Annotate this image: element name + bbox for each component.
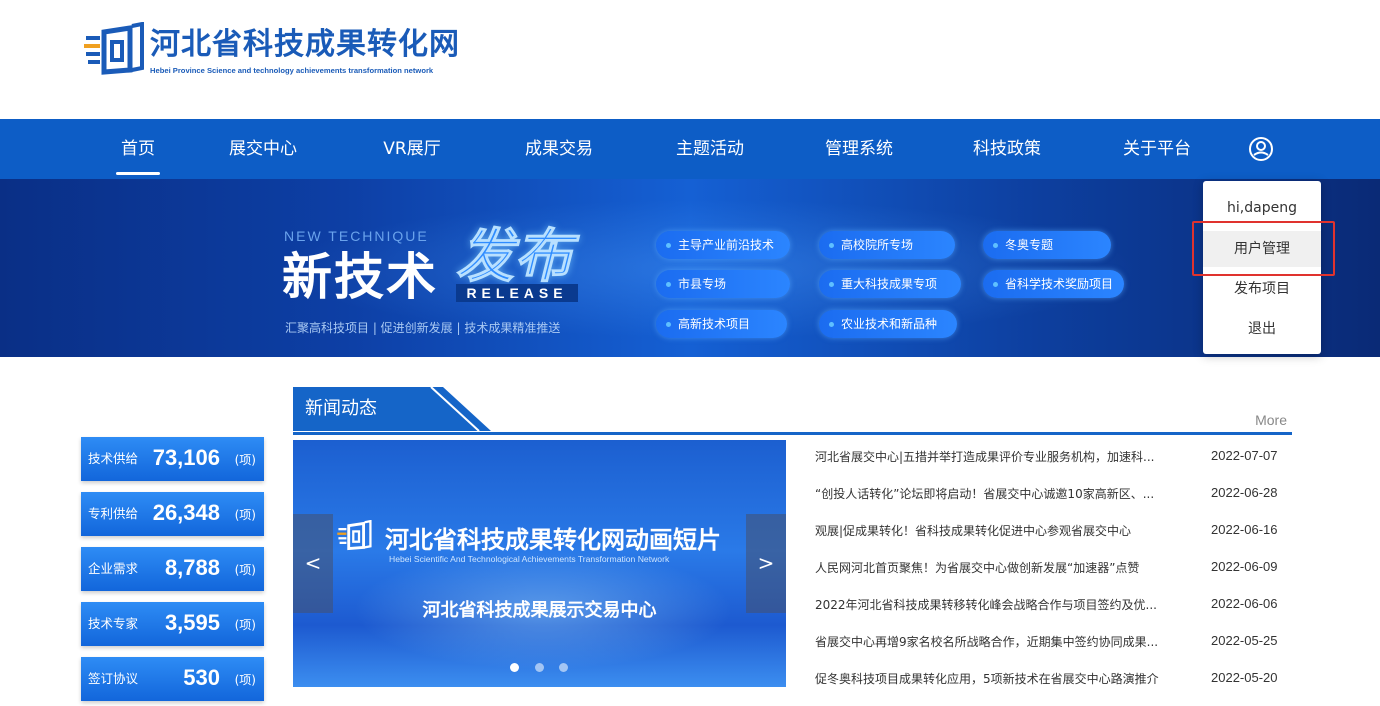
- nav-vr-hall[interactable]: VR展厅: [376, 119, 448, 179]
- news-title: 促冬奥科技项目成果转化应用，5项新技术在省展交中心路演推介: [815, 672, 1159, 686]
- video-carousel[interactable]: 河北省科技成果转化网动画短片 Hebei Scientific And Tech…: [293, 440, 786, 687]
- site-title: 河北省科技成果转化网: [150, 26, 460, 62]
- logo-icon: [337, 520, 372, 551]
- carousel-dot[interactable]: [535, 663, 544, 672]
- site-header: 河北省科技成果转化网 Hebei Province Science and te…: [0, 0, 1380, 119]
- news-date: 2022-06-16: [1211, 522, 1278, 537]
- video-title: 河北省科技成果转化网动画短片: [385, 526, 721, 554]
- stat-unit: (项): [234, 673, 256, 687]
- news-item[interactable]: 观展|促成果转化！省科技成果转化促进中心参观省展交中心 2022-06-16: [815, 522, 1295, 542]
- news-date: 2022-05-20: [1211, 670, 1278, 685]
- stat-tech-supply[interactable]: 技术供给 73,106 (项): [81, 437, 264, 481]
- news-item[interactable]: “创投人话转化”论坛即将启动！省展交中心诚邀10家高新区、... 2022-06…: [815, 485, 1295, 505]
- stat-value: 26,348: [152, 500, 220, 525]
- news-date: 2022-05-25: [1211, 633, 1278, 648]
- news-more-link[interactable]: More: [1255, 412, 1287, 428]
- banner-release-label: RELEASE: [456, 284, 578, 302]
- nav-about-platform[interactable]: 关于平台: [1116, 119, 1198, 179]
- tag-frontier-tech[interactable]: 主导产业前沿技术: [656, 231, 790, 259]
- news-item[interactable]: 促冬奥科技项目成果转化应用，5项新技术在省展交中心路演推介 2022-05-20: [815, 670, 1295, 690]
- site-logo[interactable]: 河北省科技成果转化网 Hebei Province Science and te…: [84, 22, 460, 78]
- news-title: 观展|促成果转化！省科技成果转化促进中心参观省展交中心: [815, 524, 1132, 538]
- stat-unit: (项): [234, 453, 256, 467]
- user-circle-icon[interactable]: [1248, 136, 1274, 162]
- news-title: 河北省展交中心|五措并举打造成果评价专业服务机构，加速科...: [815, 450, 1155, 464]
- tag-major-achievements[interactable]: 重大科技成果专项: [819, 270, 961, 298]
- menu-publish-project[interactable]: 发布项目: [1203, 271, 1321, 307]
- tag-agriculture-tech[interactable]: 农业技术和新品种: [819, 310, 957, 338]
- news-title: 2022年河北省科技成果转移转化峰会战略合作与项目签约及优...: [815, 598, 1157, 612]
- video-subtitle: Hebei Scientific And Technological Achie…: [389, 554, 670, 564]
- stat-unit: (项): [234, 618, 256, 632]
- tag-science-awards[interactable]: 省科学技术奖励项目: [983, 270, 1124, 298]
- nav-tech-policy[interactable]: 科技政策: [966, 119, 1048, 179]
- banner-title-new-tech: 新技术: [282, 248, 438, 306]
- news-item[interactable]: 河北省展交中心|五措并举打造成果评价专业服务机构，加速科... 2022-07-…: [815, 448, 1295, 468]
- banner-en-text: NEW TECHNIQUE: [284, 228, 429, 244]
- stat-unit: (项): [234, 563, 256, 577]
- stat-enterprise-demand[interactable]: 企业需求 8,788 (项): [81, 547, 264, 591]
- video-caption: 河北省科技成果展示交易中心: [422, 600, 657, 621]
- nav-achievement-trade[interactable]: 成果交易: [518, 119, 600, 179]
- stat-patent-supply[interactable]: 专利供给 26,348 (项): [81, 492, 264, 536]
- news-item[interactable]: 2022年河北省科技成果转移转化峰会战略合作与项目签约及优... 2022-06…: [815, 596, 1295, 616]
- hero-banner: NEW TECHNIQUE 新技术 发布 RELEASE 汇聚高科技项目 | 促…: [0, 179, 1380, 357]
- carousel-dot[interactable]: [510, 663, 519, 672]
- news-date: 2022-07-07: [1211, 448, 1278, 463]
- banner-title-release: 发布: [455, 222, 573, 290]
- site-subtitle: Hebei Province Science and technology ac…: [150, 65, 434, 75]
- stat-value: 3,595: [164, 610, 220, 635]
- tag-university-special[interactable]: 高校院所专场: [819, 231, 955, 259]
- carousel-prev-button[interactable]: <: [293, 514, 333, 613]
- nav-management-system[interactable]: 管理系统: [818, 119, 900, 179]
- news-title: 人民网河北首页聚焦！为省展交中心做创新发展“加速器”点赞: [815, 561, 1140, 575]
- stat-tech-experts[interactable]: 技术专家 3,595 (项): [81, 602, 264, 646]
- stat-label: 技术专家: [88, 616, 139, 631]
- stat-label: 企业需求: [88, 561, 139, 576]
- nav-exhibition-center[interactable]: 展交中心: [222, 119, 304, 179]
- news-item[interactable]: 省展交中心再增9家名校名所战略合作，近期集中签约协同成果... 2022-05-…: [815, 633, 1295, 653]
- stat-value: 530: [183, 665, 220, 690]
- tag-city-county[interactable]: 市县专场: [656, 270, 790, 298]
- carousel-next-button[interactable]: >: [746, 514, 786, 613]
- logo-icon: [84, 22, 144, 75]
- stat-signed-agreements[interactable]: 签订协议 530 (项): [81, 657, 264, 701]
- nav-theme-activities[interactable]: 主题活动: [669, 119, 751, 179]
- header-decoration: [403, 387, 491, 432]
- stat-value: 8,788: [164, 555, 220, 580]
- news-date: 2022-06-09: [1211, 559, 1278, 574]
- divider: [293, 432, 1292, 435]
- stat-label: 专利供给: [88, 506, 139, 521]
- news-title: 省展交中心再增9家名校名所战略合作，近期集中签约协同成果...: [815, 635, 1159, 649]
- news-date: 2022-06-28: [1211, 485, 1278, 500]
- news-title: “创投人话转化”论坛即将启动！省展交中心诚邀10家高新区、...: [815, 487, 1155, 501]
- carousel-dot[interactable]: [559, 663, 568, 672]
- news-section-header: 新闻动态 More: [293, 387, 1293, 437]
- news-date: 2022-06-06: [1211, 596, 1278, 611]
- nav-home[interactable]: 首页: [108, 119, 168, 179]
- stat-label: 签订协议: [88, 671, 139, 686]
- news-item[interactable]: 人民网河北首页聚焦！为省展交中心做创新发展“加速器”点赞 2022-06-09: [815, 559, 1295, 579]
- stat-value: 73,106: [152, 445, 220, 470]
- highlight-box: [1192, 221, 1335, 276]
- main-nav: 首页 展交中心 VR展厅 成果交易 主题活动 管理系统 科技政策 关于平台: [0, 119, 1380, 179]
- stat-unit: (项): [234, 508, 256, 522]
- menu-logout[interactable]: 退出: [1203, 311, 1321, 347]
- news-heading: 新闻动态: [293, 387, 411, 431]
- stat-label: 技术供给: [88, 451, 139, 466]
- tag-winter-olympics[interactable]: 冬奥专题: [983, 231, 1111, 259]
- banner-slogan: 汇聚高科技项目 | 促进创新发展 | 技术成果精准推送: [285, 321, 561, 335]
- tag-high-tech-projects[interactable]: 高新技术项目: [656, 310, 787, 338]
